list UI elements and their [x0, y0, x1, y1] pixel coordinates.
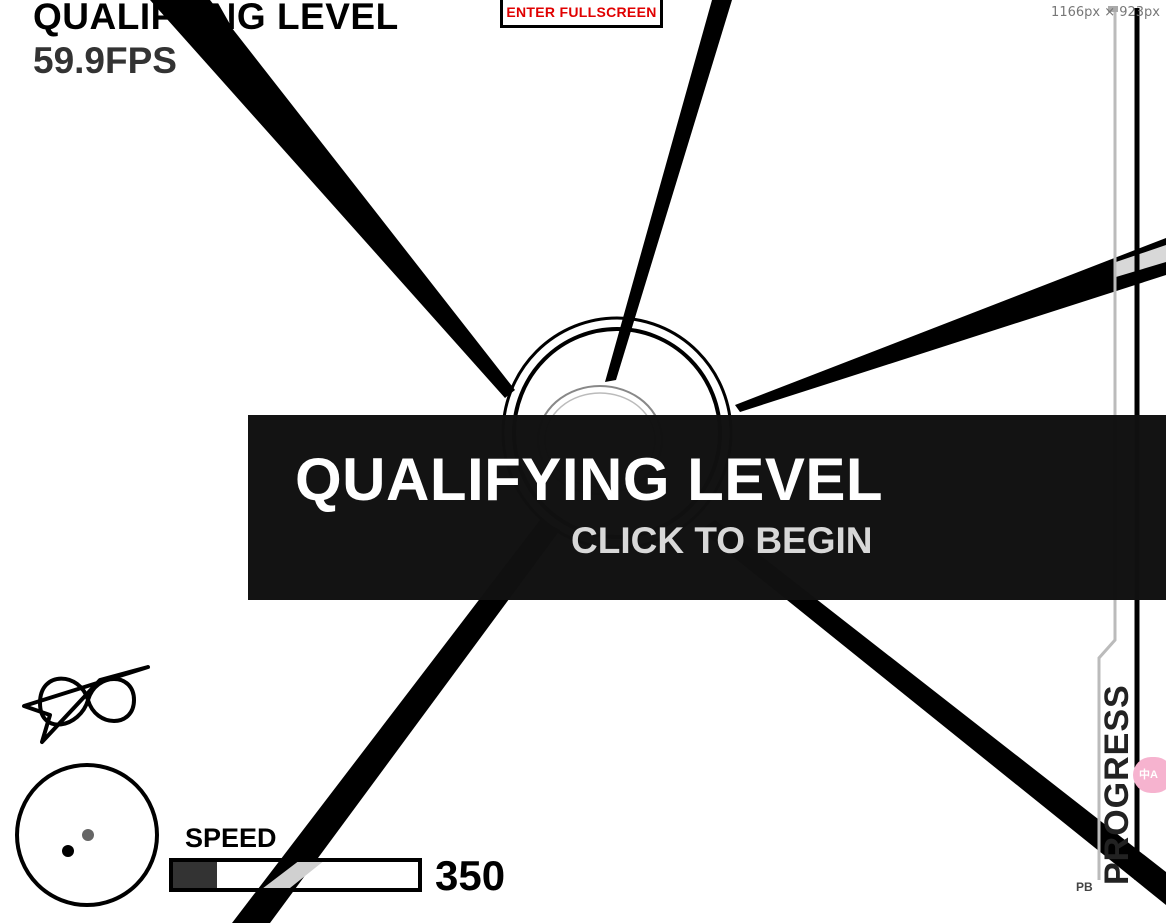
infinity-ship-logo-icon [22, 665, 150, 744]
speed-value: 350 [435, 852, 506, 899]
speed-meter-fill [173, 862, 218, 888]
speed-meter [169, 858, 422, 892]
progress-label: PROGRESS [1098, 684, 1136, 885]
spoke-upper-left [150, 0, 515, 398]
click-to-begin-prompt[interactable]: CLICK TO BEGIN [571, 520, 873, 562]
banner-title: QUALIFYING LEVEL [295, 446, 884, 513]
spoke-right [735, 238, 1166, 412]
start-banner[interactable]: QUALIFYING LEVEL CLICK TO BEGIN [248, 415, 1166, 600]
spoke-upper-center [605, 0, 732, 382]
personal-best-marker: PB [1076, 880, 1093, 894]
viewport-dimensions: 1166px × 923px [1051, 5, 1160, 20]
level-title: QUALIFYING LEVEL [33, 0, 399, 37]
translate-extension-button[interactable]: 中A [1133, 757, 1166, 793]
radar-minimap-icon [15, 763, 159, 907]
enter-fullscreen-button[interactable]: ENTER FULLSCREEN [500, 0, 663, 28]
fps-counter: 59.9FPS [33, 40, 177, 81]
radar-dot-player [62, 845, 74, 857]
speed-label: SPEED [185, 823, 277, 853]
radar-dot-target [82, 829, 94, 841]
